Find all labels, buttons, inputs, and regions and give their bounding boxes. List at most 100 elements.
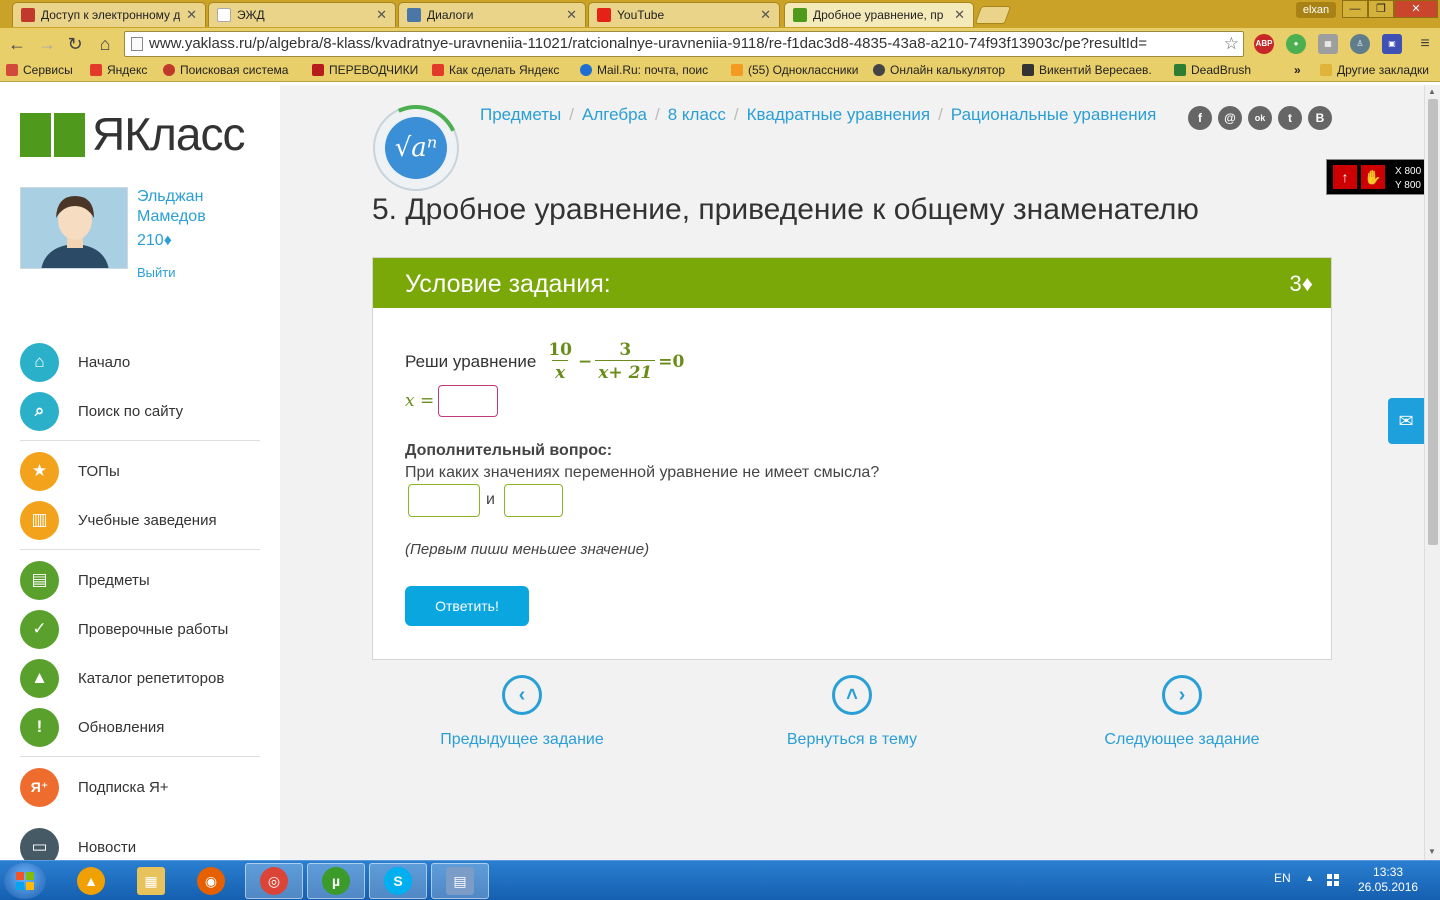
tab-fraction-equation[interactable]: Дробное уравнение, пр ✕ (784, 2, 974, 27)
adblock-icon[interactable]: ABP (1254, 34, 1274, 54)
close-tab-icon[interactable]: ✕ (760, 7, 771, 23)
maximize-button[interactable]: ❐ (1368, 0, 1394, 18)
close-window-button[interactable]: ✕ (1394, 0, 1438, 18)
reload-icon[interactable]: ↻ (64, 33, 86, 55)
book-icon: ▤ (20, 560, 59, 600)
twitter-icon[interactable]: t (1278, 106, 1302, 130)
tab-youtube[interactable]: YouTube ✕ (588, 2, 780, 27)
tab-ezhd[interactable]: ЭЖД ✕ (208, 2, 396, 27)
close-tab-icon[interactable]: ✕ (954, 7, 965, 23)
bookmark-how-to-yandex[interactable]: Как сделать Яндекс (432, 63, 559, 77)
bookmarks-overflow[interactable]: » (1294, 63, 1301, 77)
extension-flag-icon[interactable]: ▣ (1382, 34, 1402, 54)
check-icon: ✓ (20, 609, 59, 649)
bookmark-services[interactable]: Сервисы (6, 63, 73, 77)
bookmark-deadbrush[interactable]: DeadBrush (1174, 63, 1251, 77)
next-task-link[interactable]: › Следующее задание (1052, 675, 1312, 749)
user-name[interactable]: Эльджан Мамедов (137, 187, 206, 227)
new-tab-button[interactable] (974, 6, 1012, 24)
bookmarks-bar: Сервисы Яндекс Поисковая система ПЕРЕВОД… (0, 60, 1440, 82)
scroll-up-icon[interactable]: ▲ (1428, 87, 1436, 96)
extension-green-icon[interactable]: ● (1286, 34, 1306, 54)
bookmark-odnoklassniki[interactable]: (55) Одноклассники (731, 63, 858, 77)
back-icon[interactable]: ← (6, 33, 28, 55)
taskbar-avast[interactable]: ▲ (62, 863, 120, 899)
forward-icon[interactable]: → (36, 33, 58, 55)
invalid-value-1-input[interactable] (408, 484, 480, 517)
scroll-down-icon[interactable]: ▼ (1428, 847, 1436, 856)
start-button[interactable] (4, 863, 46, 899)
scrollbar-thumb[interactable] (1428, 99, 1438, 545)
taskbar-firefox[interactable]: ◉ (182, 863, 240, 899)
sidebar-item-tests[interactable]: ✓ Проверочные работы (20, 609, 260, 649)
home-icon[interactable]: ⌂ (94, 33, 116, 55)
action-center-flag-icon[interactable] (1326, 873, 1340, 887)
yandex-icon (90, 64, 102, 76)
back-to-topic-link[interactable]: ˄ Вернуться в тему (722, 675, 982, 749)
bookmark-veresaev[interactable]: Викентий Вересаев. (1022, 63, 1152, 77)
sidebar-item-subjects[interactable]: ▤ Предметы (20, 560, 260, 600)
avast-icon: ▲ (77, 867, 105, 895)
tab-dialogs[interactable]: Диалоги ✕ (398, 2, 586, 27)
odnoklassniki-icon[interactable]: ok (1248, 106, 1272, 130)
tray-expand-icon[interactable]: ▲ (1305, 873, 1314, 883)
tab-favicon-icon (21, 8, 35, 22)
close-tab-icon[interactable]: ✕ (566, 7, 577, 23)
close-tab-icon[interactable]: ✕ (186, 7, 197, 23)
sidebar-item-subscription[interactable]: Я⁺ Подписка Я+ (20, 767, 260, 807)
extra-question-text: При каких значениях переменной уравнение… (405, 464, 880, 481)
bookmark-search-system[interactable]: Поисковая система (163, 63, 288, 77)
bookmark-calculator[interactable]: Онлайн калькулятор (873, 63, 1005, 77)
bookmark-translators[interactable]: ПЕРЕВОДЧИКИ (312, 63, 418, 77)
chrome-menu-icon[interactable]: ≡ (1414, 33, 1436, 55)
bookmark-yandex[interactable]: Яндекс (90, 63, 147, 77)
yaklass-logo[interactable]: ЯКласс (20, 107, 245, 161)
taskbar-chrome[interactable]: ◎ (245, 863, 303, 899)
invalid-value-2-input[interactable] (504, 484, 563, 517)
feedback-mail-icon[interactable]: ✉ (1388, 398, 1424, 444)
logout-link[interactable]: Выйти (137, 265, 176, 280)
breadcrumb-rational[interactable]: Рациональные уравнения (951, 105, 1157, 124)
submit-answer-button[interactable]: Ответить! (405, 586, 529, 626)
bookmark-star-icon[interactable]: ☆ (1224, 32, 1239, 56)
system-clock[interactable]: 13:33 26.05.2016 (1358, 865, 1418, 895)
mail-ru-icon[interactable]: @ (1218, 106, 1242, 130)
facebook-icon[interactable]: f (1188, 106, 1212, 130)
extension-person-icon[interactable]: ♙ (1350, 34, 1370, 54)
address-bar[interactable]: www.yaklass.ru/p/algebra/8-klass/kvadrat… (124, 31, 1244, 57)
taskbar-skype[interactable]: S (369, 863, 427, 899)
taskbar-utorrent[interactable]: µ (307, 863, 365, 899)
bookmark-mailru[interactable]: Mail.Ru: почта, поис (580, 63, 708, 77)
tab-electronic-access[interactable]: Доступ к электронному д ✕ (12, 2, 206, 27)
sidebar-item-schools[interactable]: ▥ Учебные заведения (20, 500, 260, 540)
breadcrumb-algebra[interactable]: Алгебра (582, 105, 647, 124)
breadcrumb-subjects[interactable]: Предметы (480, 105, 561, 124)
page-title: 5. Дробное уравнение, приведение к общем… (372, 193, 1199, 226)
search-engine-icon (163, 64, 175, 76)
vk-icon[interactable]: B (1308, 106, 1332, 130)
user-avatar[interactable] (20, 187, 128, 269)
breadcrumb-quadratic[interactable]: Квадратные уравнения (747, 105, 930, 124)
sidebar-item-tutors[interactable]: ▲ Каталог репетиторов (20, 658, 260, 698)
language-indicator[interactable]: EN (1274, 871, 1291, 885)
sidebar-item-tops[interactable]: ★ ТОПы (20, 451, 260, 491)
fraction-1: 10 x (548, 340, 573, 383)
sidebar-item-search[interactable]: ⌕ Поиск по сайту (20, 391, 260, 431)
breadcrumb-grade[interactable]: 8 класс (668, 105, 726, 124)
other-bookmarks[interactable]: Другие закладки (1320, 63, 1429, 77)
taskbar-explorer[interactable]: ▦ (122, 863, 180, 899)
sidebar-item-home[interactable]: ⌂ Начало (20, 342, 260, 382)
sidebar-divider (20, 756, 260, 757)
user-points[interactable]: 210♦ (137, 232, 172, 250)
taskbar-calculator[interactable]: ▤ (431, 863, 489, 899)
sidebar-item-news[interactable]: ▭ Новости (20, 827, 260, 860)
minimize-button[interactable]: — (1342, 0, 1368, 18)
page-scrollbar[interactable]: ▲ ▼ (1424, 85, 1440, 860)
url-text: www.yaklass.ru/p/algebra/8-klass/kvadrat… (149, 35, 1147, 52)
previous-task-link[interactable]: ‹ Предыдущее задание (392, 675, 652, 749)
browser-tab-bar: Доступ к электронному д ✕ ЭЖД ✕ Диалоги … (0, 0, 1440, 28)
close-tab-icon[interactable]: ✕ (376, 7, 387, 23)
answer-x-input[interactable] (438, 385, 499, 417)
sidebar-item-updates[interactable]: ! Обновления (20, 707, 260, 747)
extension-grid-icon[interactable]: ▦ (1318, 34, 1338, 54)
